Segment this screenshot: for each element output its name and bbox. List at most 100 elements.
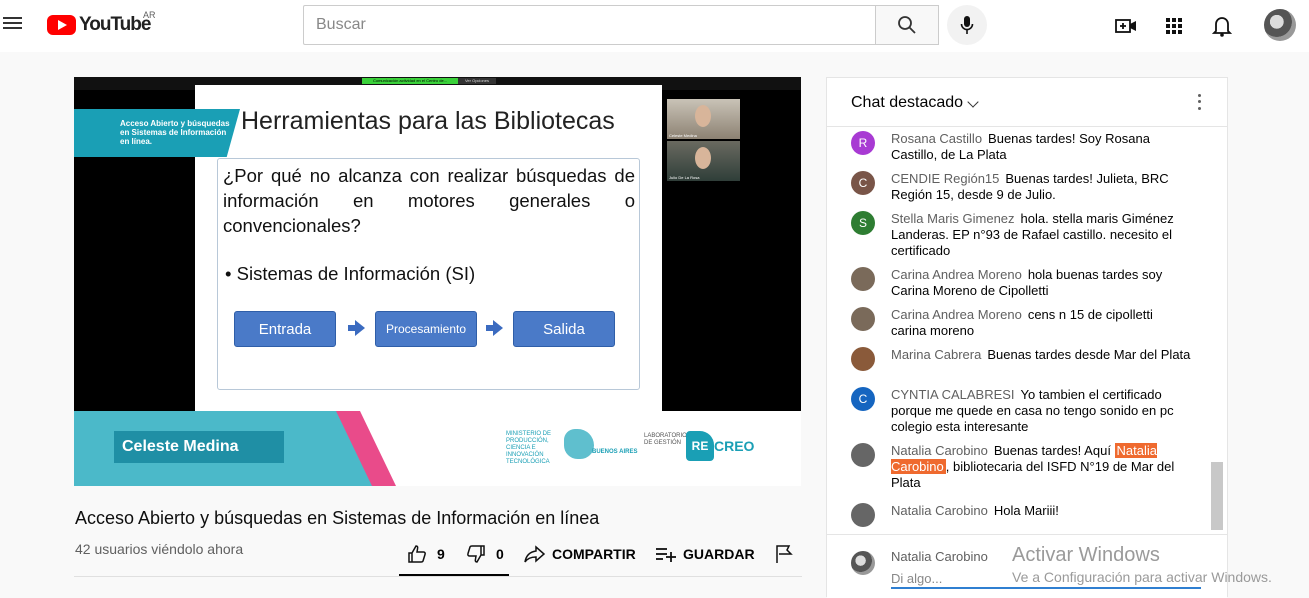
chat-author-name[interactable]: Marina Cabrera [891,347,981,362]
participant-video-1: Celeste Medina [667,99,740,139]
chat-author-avatar[interactable]: C [851,171,875,195]
speaker-name: Celeste Medina [114,431,284,463]
chat-author-name[interactable]: Carina Andrea Moreno [891,307,1022,322]
more-options-icon[interactable] [1195,92,1203,112]
share-label: COMPARTIR [552,546,636,562]
apps-grid-icon [1166,18,1182,34]
chat-message: C CYNTIA CALABRESI Yo tambien el certifica… [851,387,1191,435]
bell-icon [1212,17,1232,37]
share-arrow-icon [524,545,546,563]
lab-text: LABORATORIO DE GESTIÓN [644,433,687,446]
like-count: 9 [437,546,445,562]
report-button[interactable] [775,542,793,566]
slide-bullet: • Sistemas de Información (SI) [225,263,476,284]
slide-question: ¿Por qué no alcanza con realizar búsqued… [223,165,635,236]
recreo-logo-text: CREO [714,438,755,454]
like-button[interactable]: 9 [407,542,445,566]
chat-author-name[interactable]: Stella Maris Gimenez [891,211,1015,226]
chat-message-text: Buenas tardes! Aquí [993,443,1115,458]
chat-message-body: Stella Maris Gimenez hola. stella maris G… [891,211,1191,259]
youtube-logo[interactable]: YouTube [47,13,151,37]
video-player[interactable]: Comunicación actividad en el Centro de..… [74,77,801,486]
top-bar: YouTube AR [0,0,1309,52]
province-map-logo [564,429,594,459]
slide-topic-tag: Acceso Abierto y búsquedas en Sistemas d… [74,109,240,157]
thumbs-up-icon [408,545,426,563]
chat-message-body: Natalia Carobino Hola Mariii! [891,503,1191,519]
chat-message: Carina Andrea Moreno cens n 15 de cipolle… [851,307,1191,339]
menu-icon[interactable] [0,14,24,34]
windows-activation-watermark: Activar Windows Ve a Configuración para … [1012,544,1272,585]
chat-message-body: Carina Andrea Moreno hola buenas tardes s… [891,267,1191,299]
chat-message-body: Marina Cabrera Buenas tardes desde Mar de… [891,347,1191,363]
participant-name-1: Celeste Medina [669,133,697,138]
video-title: Acceso Abierto y búsquedas en Sistemas d… [75,508,600,528]
dislike-button[interactable]: 0 [466,542,504,566]
chat-author-name[interactable]: Carina Andrea Moreno [891,267,1022,282]
microphone-icon [960,16,974,34]
chat-message: Natalia Carobino Buenas tardes! Aquí Nata… [851,443,1191,491]
youtube-play-icon [47,15,76,35]
zoom-sharing-indicator: Comunicación actividad en el Centro de..… [362,78,458,84]
chat-author-avatar[interactable]: S [851,211,875,235]
viewer-count: 42 usuarios viéndolo ahora [75,541,244,557]
chat-message: Natalia Carobino Hola Mariii! [851,503,1191,527]
apps-button[interactable] [1162,14,1186,38]
create-video-button[interactable] [1114,14,1138,38]
share-button[interactable]: COMPARTIR [524,542,636,566]
slide-title: Herramientas para las Bibliotecas [241,107,615,135]
search-box [303,5,876,45]
ministry-text: MINISTERIO DE PRODUCCIÓN, CIENCIA E INNO… [506,431,552,465]
chat-message-body: Natalia Carobino Buenas tardes! Aquí Nata… [891,443,1191,491]
notifications-button[interactable] [1210,14,1234,38]
arrow-right-icon [348,320,365,336]
chat-message-body: CYNTIA CALABRESI Yo tambien el certificad… [891,387,1191,435]
search-button[interactable] [875,5,939,45]
flag-icon [776,545,793,563]
chat-author-avatar[interactable] [851,307,875,331]
chat-message-body: Carina Andrea Moreno cens n 15 de cipolle… [891,307,1191,339]
thumbs-down-icon [467,545,485,563]
flow-box-output: Salida [513,311,615,347]
watermark-title: Activar Windows [1012,544,1160,566]
chat-author-name[interactable]: Natalia Carobino [891,443,988,458]
chat-message: Carina Andrea Moreno hola buenas tardes s… [851,267,1191,299]
save-button[interactable]: GUARDAR [655,542,755,566]
voice-search-button[interactable] [947,5,987,45]
playlist-add-icon [656,548,676,562]
chat-header: Chat destacado [827,78,1227,127]
chat-message-text: Hola Mariii! [993,503,1059,518]
chat-author-avatar[interactable] [851,267,875,291]
search-input[interactable] [304,6,876,44]
arrow-right-icon [486,320,503,336]
chat-message: R Rosana Castillo Buenas tardes! Soy Rosan… [851,131,1191,163]
chat-author-name[interactable]: Natalia Carobino [891,503,988,518]
chat-message: C CENDIE Región15 Buenas tardes! Julieta, … [851,171,1191,203]
participant-name-2: Julio De La Rosa [669,175,700,180]
region-code: AR [143,10,156,20]
chat-message-text: Buenas tardes desde Mar del Plata [987,347,1191,362]
divider [74,576,802,577]
logo-text: YouTube [79,14,151,35]
chat-author-avatar[interactable] [851,443,875,467]
participant-face [695,105,711,127]
video-camera-add-icon [1115,19,1136,33]
account-avatar[interactable] [1264,9,1296,41]
chat-author-avatar[interactable] [851,503,875,527]
chat-author-avatar[interactable]: C [851,387,875,411]
province-text: BUENOS AIRES [592,449,638,455]
chat-author-avatar[interactable]: R [851,131,875,155]
chat-message-body: Rosana Castillo Buenas tardes! Soy Rosana… [891,131,1191,163]
user-avatar [851,551,875,575]
participant-video-2: Julio De La Rosa [667,141,740,181]
chat-author-name[interactable]: CENDIE Región15 [891,171,999,186]
chat-author-avatar[interactable] [851,347,875,371]
chevron-down-icon[interactable] [967,96,979,108]
chat-mode-selector[interactable]: Chat destacado [851,94,963,112]
save-label: GUARDAR [683,546,755,562]
watermark-subtitle: Ve a Configuración para activar Windows. [1012,569,1272,585]
chat-scrollbar[interactable] [1211,462,1223,530]
chat-author-name[interactable]: CYNTIA CALABRESI [891,387,1015,402]
flow-box-input: Entrada [234,311,336,347]
chat-author-name[interactable]: Rosana Castillo [891,131,982,146]
